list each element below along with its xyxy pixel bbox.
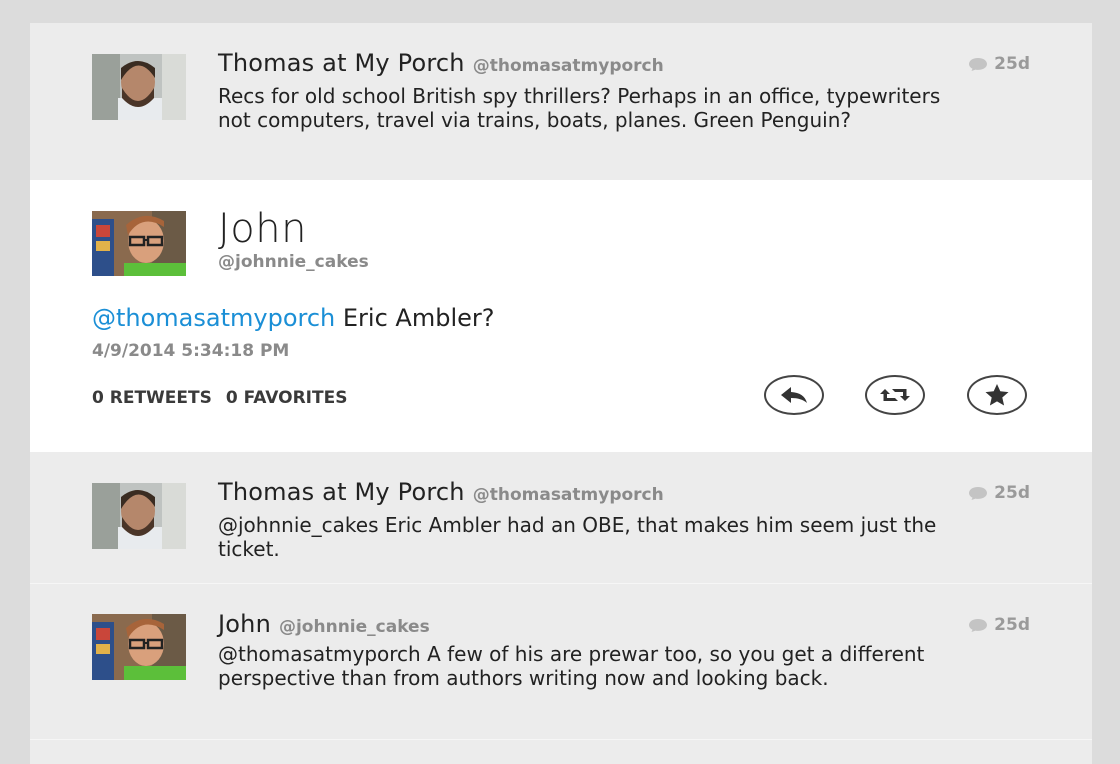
favorite-button[interactable] xyxy=(967,375,1027,415)
avatar-john[interactable] xyxy=(92,614,186,680)
avatar-thomas[interactable] xyxy=(92,483,186,549)
age-label: 25d xyxy=(994,54,1030,74)
reply-count-bubble-icon xyxy=(969,486,988,500)
retweets-count[interactable]: 0 RETWEETS xyxy=(92,388,212,408)
tweet-header: Thomas at My Porch @thomasatmyporch xyxy=(218,49,664,77)
tweet-body: Eric Ambler? xyxy=(335,304,495,332)
display-name[interactable]: Thomas at My Porch xyxy=(218,478,465,506)
selected-tweet: John @johnnie_cakes @thomasatmyporch Eri… xyxy=(30,180,1092,452)
tweet-text: Recs for old school British spy thriller… xyxy=(218,84,941,132)
tweet-item[interactable]: Thomas at My Porch @thomasatmyporch 25d R… xyxy=(30,23,1092,180)
tweet-header: John @johnnie_cakes xyxy=(218,610,430,638)
tweet-header: Thomas at My Porch @thomasatmyporch xyxy=(218,478,664,506)
tweet-text: @johnnie_cakes Eric Ambler had an OBE, t… xyxy=(218,513,937,561)
tweet-age: 25d xyxy=(968,54,1030,74)
mention-link[interactable]: @thomasatmyporch xyxy=(92,304,335,332)
handle[interactable]: @thomasatmyporch xyxy=(473,56,664,76)
reply-count-bubble-icon xyxy=(969,57,988,71)
tweet-text: @thomasatmyporch A few of his are prewar… xyxy=(218,642,925,690)
tweet-stats: 0 RETWEETS 0 FAVORITES xyxy=(92,388,361,408)
display-name[interactable]: John xyxy=(218,610,271,638)
timestamp: 4/9/2014 5:34:18 PM xyxy=(92,341,290,361)
tweet-item[interactable]: Thomas at My Porch @thomasatmyporch 25d @… xyxy=(30,452,1092,583)
avatar-john[interactable] xyxy=(92,211,186,276)
reply-button[interactable] xyxy=(764,375,824,415)
age-label: 25d xyxy=(994,615,1030,635)
handle[interactable]: @johnnie_cakes xyxy=(218,252,369,272)
handle[interactable]: @thomasatmyporch xyxy=(473,485,664,505)
tweet-text: @thomasatmyporch Eric Ambler? xyxy=(92,304,495,332)
reply-icon xyxy=(781,387,807,403)
reply-count-bubble-icon xyxy=(969,618,988,632)
display-name[interactable]: Thomas at My Porch xyxy=(218,49,465,77)
conversation-panel: Thomas at My Porch @thomasatmyporch 25d R… xyxy=(30,23,1092,764)
tweet-age: 25d xyxy=(968,483,1030,503)
divider xyxy=(30,739,1092,740)
tweet-age: 25d xyxy=(968,615,1030,635)
favorites-count[interactable]: 0 FAVORITES xyxy=(226,388,348,408)
tweet-item[interactable]: John @johnnie_cakes 25d @thomasatmyporch … xyxy=(30,584,1092,739)
favorite-icon xyxy=(985,384,1009,406)
handle[interactable]: @johnnie_cakes xyxy=(279,617,430,637)
avatar-thomas[interactable] xyxy=(92,54,186,120)
retweet-button[interactable] xyxy=(865,375,925,415)
age-label: 25d xyxy=(994,483,1030,503)
display-name[interactable]: John xyxy=(218,206,307,252)
retweet-icon xyxy=(880,389,910,401)
